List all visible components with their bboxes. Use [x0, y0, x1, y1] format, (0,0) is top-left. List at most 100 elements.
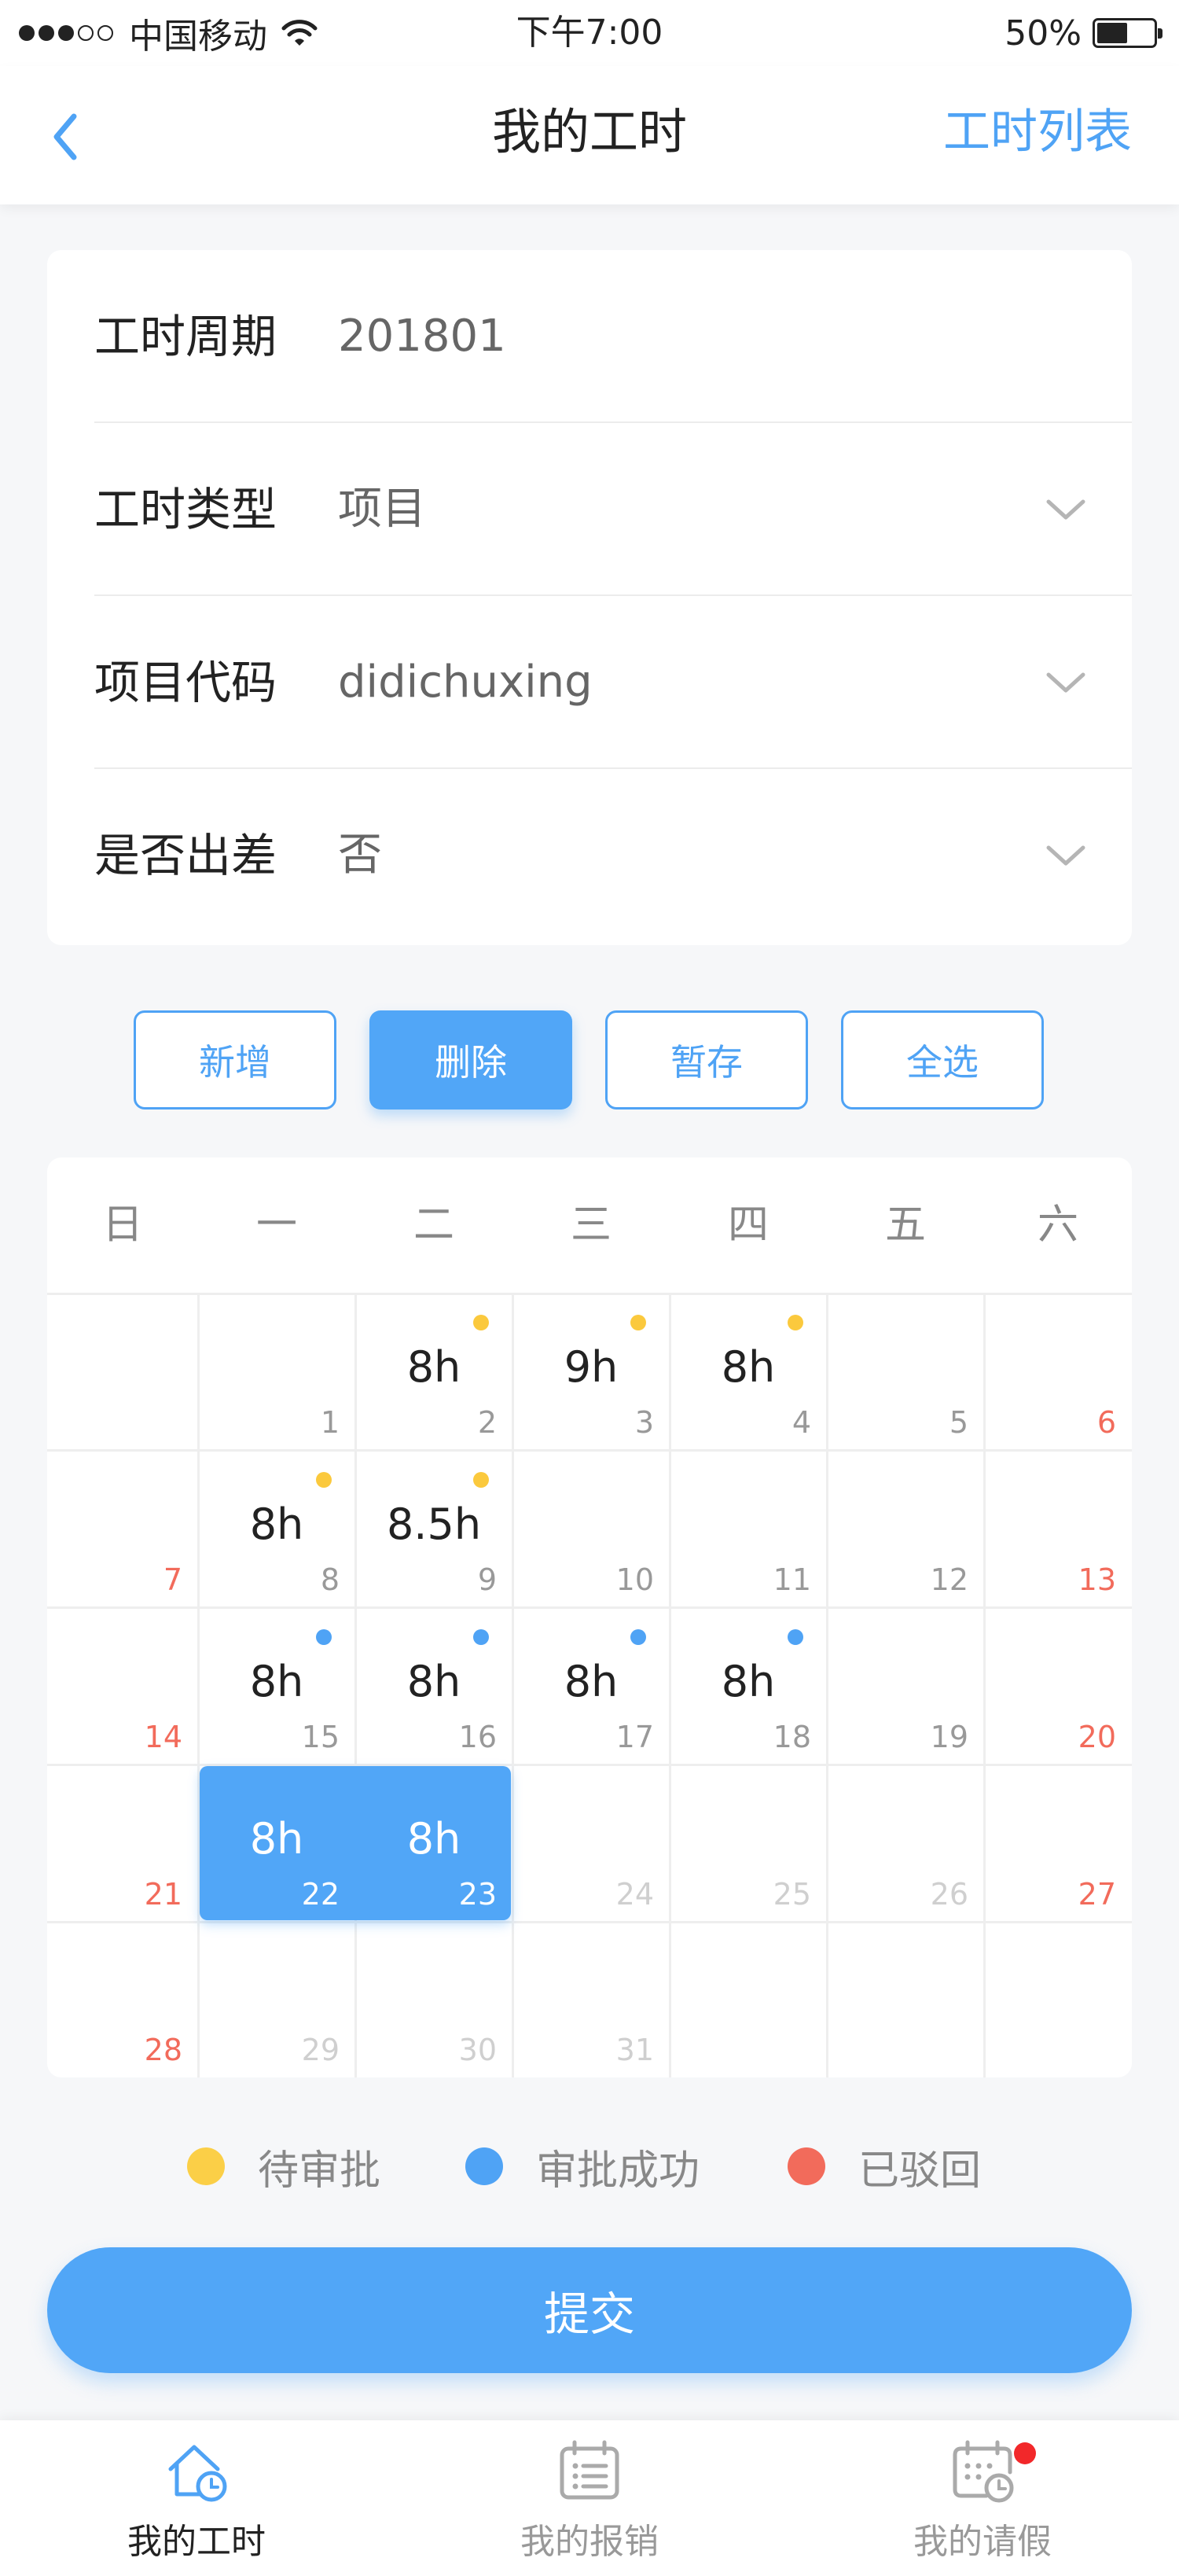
- calendar-day-cell[interactable]: 8h 2: [355, 1293, 512, 1450]
- day-hours: 8h: [564, 1657, 619, 1706]
- form-value: didichuxing: [338, 657, 593, 708]
- calendar-day-cell[interactable]: 9h 3: [512, 1293, 670, 1450]
- day-number: 13: [1078, 1562, 1116, 1597]
- tab-my-leave[interactable]: 我的请假: [786, 2420, 1179, 2576]
- weekday-label: 日: [101, 1202, 143, 1249]
- approved-status-dot: [630, 1629, 646, 1645]
- add-button[interactable]: 新增: [134, 1010, 336, 1110]
- chevron-down-icon: [1046, 672, 1085, 693]
- calendar: 日 一 二 三 四 五 六 1 8h 2 9h 3 8h 4 5 6 7 8h 8 8.5h 9 10 11 12 13 14 8…: [47, 1157, 1132, 2077]
- calendar-day-cell[interactable]: 7: [47, 1450, 198, 1607]
- calendar-day-cell[interactable]: 12: [827, 1450, 984, 1607]
- day-number: 22: [301, 1877, 340, 1912]
- calendar-day-cell[interactable]: 11: [670, 1450, 827, 1607]
- chevron-down-icon: [1046, 499, 1085, 520]
- status-time: 下午7:00: [516, 13, 663, 53]
- legend-dot: [788, 2147, 825, 2185]
- calendar-day-cell[interactable]: 29: [198, 1922, 355, 2077]
- calendar-day-cell[interactable]: 8.5h 9: [355, 1450, 512, 1607]
- day-number: 30: [458, 2033, 497, 2067]
- calendar-day-cell[interactable]: 26: [827, 1765, 984, 1922]
- weekday-label: 五: [884, 1202, 926, 1249]
- weekday-label: 二: [413, 1202, 454, 1249]
- day-number: 5: [949, 1405, 968, 1440]
- calendar-empty-cell: [827, 1922, 984, 2077]
- notification-badge: [1014, 2442, 1036, 2464]
- approved-status-dot: [316, 1629, 332, 1645]
- chevron-down-icon: [1046, 845, 1085, 866]
- calendar-day-cell[interactable]: 20: [984, 1607, 1132, 1765]
- select-all-button[interactable]: 全选: [841, 1010, 1044, 1110]
- form-row-period[interactable]: 工时周期 201801: [94, 250, 1132, 423]
- tab-label: 我的工时: [127, 2522, 266, 2562]
- home-clock-icon: [168, 2445, 227, 2502]
- calendar-empty-cell: [47, 1293, 198, 1450]
- day-number: 21: [144, 1877, 182, 1912]
- calendar-day-cell[interactable]: 14: [47, 1607, 198, 1765]
- legend-approved: 审批成功: [465, 2139, 700, 2195]
- calendar-grid: 1 8h 2 9h 3 8h 4 5 6 7 8h 8 8.5h 9 10 11 12 13 14 8h 15 8h 16 8…: [47, 1293, 1132, 2077]
- tab-my-reimbursement[interactable]: 我的报销: [393, 2420, 786, 2576]
- calendar-day-cell[interactable]: 6: [984, 1293, 1132, 1450]
- submit-button[interactable]: 提交: [47, 2247, 1132, 2373]
- calendar-day-cell[interactable]: 8h 23: [355, 1765, 512, 1922]
- battery-icon: [1093, 18, 1162, 48]
- day-number: 25: [773, 1877, 811, 1912]
- day-number: 28: [144, 2033, 182, 2067]
- calendar-day-cell[interactable]: 25: [670, 1765, 827, 1922]
- calendar-day-cell[interactable]: 24: [512, 1765, 670, 1922]
- day-hours: 8h: [249, 1657, 304, 1706]
- form-row-business-trip[interactable]: 是否出差 否: [94, 769, 1132, 942]
- day-number: 11: [773, 1562, 811, 1597]
- day-number: 10: [615, 1562, 654, 1597]
- calendar-day-cell[interactable]: 8h 8: [198, 1450, 355, 1607]
- day-hours: 8h: [406, 1657, 461, 1706]
- calendar-day-cell[interactable]: 1: [198, 1293, 355, 1450]
- form-label: 项目代码: [94, 656, 277, 709]
- day-number: 15: [301, 1720, 340, 1754]
- save-draft-button[interactable]: 暂存: [605, 1010, 808, 1110]
- timesheet-form: 工时周期 201801 工时类型 项目 项目代码 didichuxing 是否出…: [47, 250, 1132, 945]
- calendar-day-cell[interactable]: 31: [512, 1922, 670, 2077]
- calendar-weekday-header: 日一二三四五六: [47, 1157, 1132, 1293]
- calendar-day-cell[interactable]: 8h 16: [355, 1607, 512, 1765]
- calendar-day-cell[interactable]: 19: [827, 1607, 984, 1765]
- calendar-day-cell[interactable]: 8h 4: [670, 1293, 827, 1450]
- timesheet-list-link[interactable]: 工时列表: [943, 94, 1132, 170]
- day-number: 12: [930, 1562, 968, 1597]
- weekday-label: 一: [255, 1202, 297, 1249]
- calendar-day-cell[interactable]: 27: [984, 1765, 1132, 1922]
- form-row-project-code[interactable]: 项目代码 didichuxing: [94, 596, 1132, 769]
- delete-button[interactable]: 删除: [369, 1010, 572, 1110]
- day-hours: 8h: [406, 1342, 461, 1392]
- form-value: 201801: [338, 311, 506, 362]
- day-number: 31: [615, 2033, 654, 2067]
- calendar-day-cell[interactable]: 5: [827, 1293, 984, 1450]
- calendar-day-cell[interactable]: 28: [47, 1922, 198, 2077]
- calendar-empty-cell: [670, 1922, 827, 2077]
- day-number: 1: [320, 1405, 340, 1440]
- weekday-label: 四: [727, 1202, 769, 1249]
- form-row-type[interactable]: 工时类型 项目: [94, 423, 1132, 596]
- day-number: 4: [792, 1405, 811, 1440]
- weekday-label: 三: [570, 1202, 612, 1249]
- calendar-day-cell[interactable]: 8h 17: [512, 1607, 670, 1765]
- calendar-day-cell[interactable]: 8h 18: [670, 1607, 827, 1765]
- pending-status-dot: [788, 1315, 803, 1330]
- calendar-day-cell[interactable]: 30: [355, 1922, 512, 2077]
- tab-my-timesheet[interactable]: 我的工时: [0, 2420, 393, 2576]
- calendar-day-cell[interactable]: 8h 22: [198, 1765, 355, 1922]
- calendar-day-cell[interactable]: 8h 15: [198, 1607, 355, 1765]
- day-hours: 8h: [249, 1500, 304, 1549]
- day-number: 7: [163, 1562, 182, 1597]
- day-hours: 8.5h: [386, 1500, 482, 1549]
- day-number: 8: [320, 1562, 340, 1597]
- day-number: 23: [458, 1877, 497, 1912]
- day-hours: 9h: [564, 1342, 619, 1392]
- day-number: 2: [477, 1405, 497, 1440]
- day-number: 29: [301, 2033, 340, 2067]
- calendar-day-cell[interactable]: 13: [984, 1450, 1132, 1607]
- legend-label: 待审批: [258, 2147, 381, 2195]
- calendar-day-cell[interactable]: 21: [47, 1765, 198, 1922]
- calendar-day-cell[interactable]: 10: [512, 1450, 670, 1607]
